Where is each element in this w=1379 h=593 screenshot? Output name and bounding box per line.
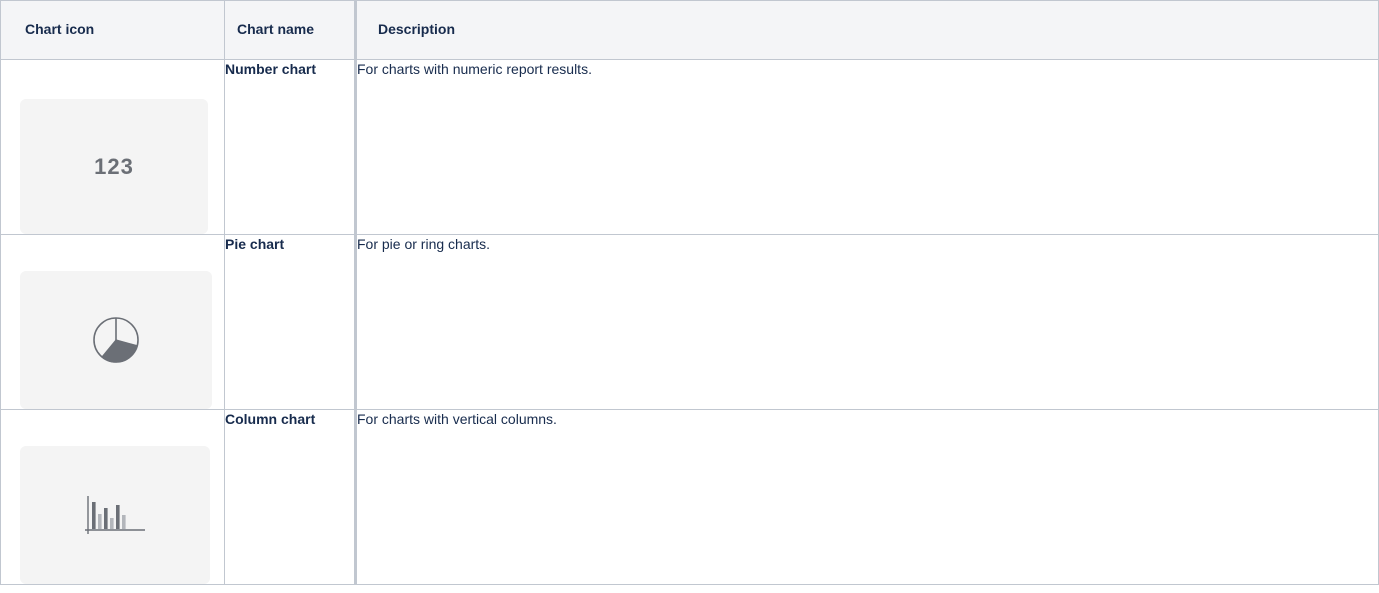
- column-chart-icon: [20, 446, 210, 584]
- description-cell: For charts with numeric report results.: [355, 59, 1379, 235]
- chart-description: For pie or ring charts.: [357, 236, 491, 252]
- column-chart-icon-graphic: [85, 496, 145, 534]
- number-chart-icon-text: 123: [94, 153, 134, 179]
- chart-types-table: Chart icon Chart name Description 123 Nu…: [0, 0, 1379, 585]
- icon-cell: [0, 234, 225, 410]
- header-description: Description: [355, 0, 1379, 60]
- table-row: Pie chart For pie or ring charts.: [0, 234, 1379, 410]
- header-chart-name: Chart name: [224, 0, 357, 60]
- chart-description: For charts with numeric report results.: [357, 61, 592, 77]
- description-cell: For pie or ring charts.: [355, 234, 1379, 410]
- chart-name: Column chart: [225, 411, 316, 427]
- table-header-row: Chart icon Chart name Description: [0, 0, 1379, 60]
- number-chart-icon: 123: [20, 99, 208, 234]
- pie-chart-icon-graphic: [93, 317, 139, 363]
- chart-name-cell: Pie chart: [224, 234, 357, 410]
- chart-name: Pie chart: [225, 236, 285, 252]
- chart-name-cell: Number chart: [224, 59, 357, 235]
- chart-description: For charts with vertical columns.: [357, 411, 557, 427]
- table-row: 123 Number chart For charts with numeric…: [0, 59, 1379, 235]
- chart-name: Number chart: [225, 61, 317, 77]
- header-chart-icon: Chart icon: [0, 0, 225, 60]
- icon-cell: 123: [0, 59, 225, 235]
- chart-name-cell: Column chart: [224, 409, 357, 585]
- pie-chart-icon: [20, 271, 212, 409]
- table-row: Column chart For charts with vertical co…: [0, 409, 1379, 585]
- icon-cell: [0, 409, 225, 585]
- description-cell: For charts with vertical columns.: [355, 409, 1379, 585]
